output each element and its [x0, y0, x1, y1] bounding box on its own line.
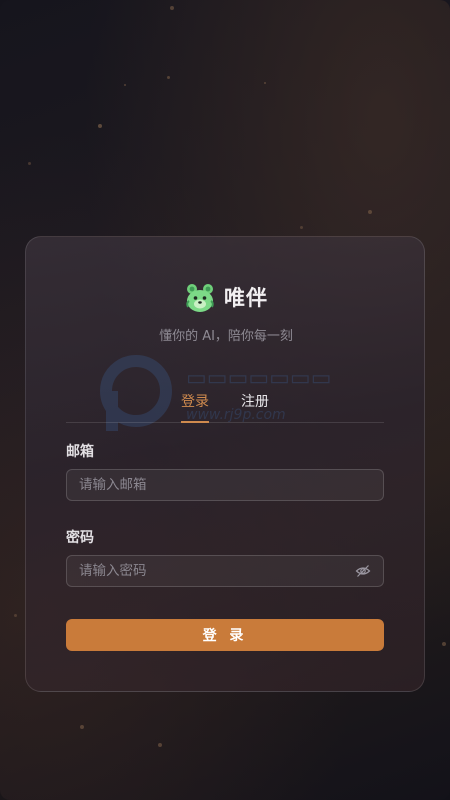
email-field-wrapper: [66, 469, 384, 501]
particle-dot: [170, 6, 174, 10]
email-label: 邮箱: [66, 444, 94, 460]
tab-register[interactable]: 注册: [241, 389, 269, 422]
password-field[interactable]: [79, 563, 355, 579]
particle-dot: [300, 226, 303, 229]
particle-dot: [80, 725, 84, 729]
tab-login[interactable]: 登录: [181, 389, 209, 423]
login-card: 唯伴 懂你的 AI，陪你每一刻 ▭▭▭▭▭▭▭ www.rj9p.com 登录 …: [25, 236, 425, 692]
app-name: 唯伴: [224, 286, 268, 310]
particle-dot: [28, 162, 31, 165]
particle-dot: [14, 614, 17, 617]
particle-dot: [167, 76, 170, 79]
eye-off-icon[interactable]: [355, 563, 371, 579]
particle-dot: [124, 84, 126, 86]
svg-text:▭▭▭▭▭▭▭: ▭▭▭▭▭▭▭: [186, 366, 332, 391]
app-tagline: 懂你的 AI，陪你每一刻: [159, 329, 293, 344]
bear-logo-icon: [186, 284, 214, 312]
particle-dot: [368, 210, 372, 214]
particle-dot: [98, 124, 102, 128]
brand-header: 唯伴: [26, 279, 426, 315]
login-button[interactable]: 登 录: [66, 619, 384, 651]
auth-tabs: 登录 注册: [66, 389, 384, 423]
particle-dot: [442, 642, 446, 646]
particle-dot: [264, 82, 266, 84]
app-screen: 唯伴 懂你的 AI，陪你每一刻 ▭▭▭▭▭▭▭ www.rj9p.com 登录 …: [0, 0, 450, 800]
email-field[interactable]: [79, 477, 371, 493]
password-field-wrapper: [66, 555, 384, 587]
password-label: 密码: [66, 530, 94, 546]
particle-dot: [158, 743, 162, 747]
